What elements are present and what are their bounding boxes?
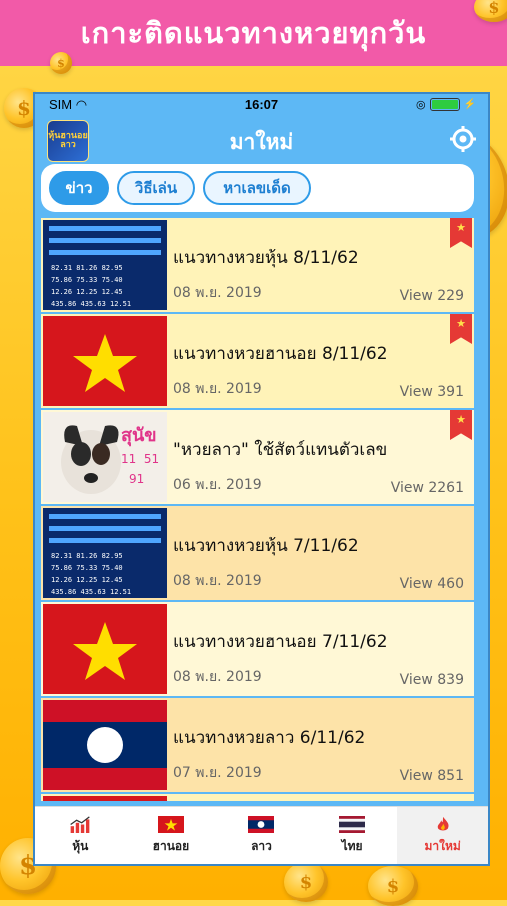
coin-decoration: $ (368, 866, 418, 906)
laos-flag-icon (248, 816, 275, 833)
list-item[interactable]: แนวทางหวยฮานอย 8/11/62 08 พ.ย. 2019 View… (41, 314, 474, 408)
list-item[interactable]: แนวทางหวยฮานอย 7/11/62 08 พ.ย. 2019 View… (41, 602, 474, 696)
tabbar-label: ไทย (341, 839, 363, 853)
bottom-tab-bar: หุ้น ฮานอย ลาว ไทย มาใหม่ (35, 806, 488, 864)
thumb-animal-label: สุนัข (121, 425, 157, 446)
chart-icon (70, 816, 91, 833)
item-title: "หวยลาว" ใช้สัตว์แทนตัวเลข (173, 440, 388, 460)
list-item[interactable]: แนวทางหวยลาว 6/11/62 07 พ.ย. 2019 View 8… (41, 698, 474, 792)
charging-icon: ⚡ (463, 99, 476, 110)
fire-icon (437, 816, 449, 831)
tabbar-new[interactable]: มาใหม่ (397, 807, 488, 864)
svg-text:12.26 12.25 12.45: 12.26 12.25 12.45 (51, 576, 123, 584)
svg-text:82.31 81.26 82.95: 82.31 81.26 82.95 (51, 552, 123, 560)
svg-text:75.86 75.33 75.40: 75.86 75.33 75.40 (51, 564, 123, 572)
tabbar-stock[interactable]: หุ้น (35, 807, 126, 864)
tabbar-label: หุ้น (72, 839, 89, 853)
list-item[interactable]: 82.31 81.26 82.95 75.86 75.33 75.40 12.2… (41, 218, 474, 312)
status-bar: SIM ◠ 16:07 ◎ ⚡ (35, 94, 488, 116)
tabbar-label: ลาว (251, 839, 272, 853)
tab-how-to-play[interactable]: วิธีเล่น (117, 171, 195, 205)
item-views: View 851 (399, 768, 464, 784)
svg-text:75.86 75.33 75.40: 75.86 75.33 75.40 (51, 276, 123, 284)
featured-ribbon-icon: ★ (450, 218, 472, 248)
item-date: 06 พ.ย. 2019 (173, 477, 262, 493)
item-date: 08 พ.ย. 2019 (173, 381, 262, 397)
item-views: View 839 (399, 672, 464, 688)
status-right: ◎ ⚡ (416, 98, 476, 111)
item-title: แนวทางหวยหุ้น 7/11/62 (173, 536, 359, 556)
dog-thumbnail: สุนัข 11 51 91 (43, 412, 167, 502)
list-item[interactable]: 82.31 81.26 82.95 75.86 75.33 75.40 12.2… (41, 506, 474, 600)
item-title: แนวทางหวยฮานอย 7/11/62 (173, 632, 388, 652)
list-item-partial[interactable] (41, 794, 474, 801)
partial-thumbnail (43, 796, 167, 801)
item-date: 08 พ.ย. 2019 (173, 285, 262, 301)
nav-bar: หุ้นฮานอยลาว มาใหม่ (35, 116, 488, 162)
battery-icon (429, 98, 460, 111)
vietnam-flag-icon (157, 816, 184, 833)
tab-lucky-numbers[interactable]: หาเลขเด็ด (203, 171, 311, 205)
tabbar-hanoi[interactable]: ฮานอย (126, 807, 217, 864)
thumb-numbers: 11 51 (121, 452, 160, 466)
item-views: View 460 (399, 576, 464, 592)
svg-text:435.86 435.63 12.51: 435.86 435.63 12.51 (51, 588, 131, 596)
item-title: แนวทางหวยลาว 6/11/62 (173, 728, 366, 748)
item-date: 08 พ.ย. 2019 (173, 669, 262, 685)
item-date: 08 พ.ย. 2019 (173, 573, 262, 589)
tabbar-thai[interactable]: ไทย (307, 807, 398, 864)
orientation-lock-icon: ◎ (415, 99, 426, 111)
featured-ribbon-icon: ★ (450, 314, 472, 344)
gear-icon[interactable] (448, 124, 478, 154)
item-title: แนวทางหวยหุ้น 8/11/62 (173, 248, 359, 268)
app-screen: SIM ◠ 16:07 ◎ ⚡ หุ้นฮานอยลาว มาใหม่ ข่าว… (33, 92, 490, 866)
item-title: แนวทางหวยฮานอย 8/11/62 (173, 344, 388, 364)
vietnam-flag-thumbnail (43, 316, 167, 406)
page-title: มาใหม่ (229, 130, 294, 154)
item-views: View 391 (399, 384, 464, 400)
coin-decoration: $ (50, 52, 72, 74)
laos-flag-thumbnail (43, 700, 167, 790)
tabbar-label: มาใหม่ (424, 839, 461, 853)
banner-text: เกาะติดแนวทางหวยทุกวัน (80, 16, 427, 50)
svg-text:82.31 81.26 82.95: 82.31 81.26 82.95 (51, 264, 123, 272)
promo-banner: เกาะติดแนวทางหวยทุกวัน (0, 0, 507, 66)
stock-board-thumbnail: 82.31 81.26 82.95 75.86 75.33 75.40 12.2… (43, 220, 167, 310)
tab-news[interactable]: ข่าว (49, 171, 109, 205)
stock-board-thumbnail: 82.31 81.26 82.95 75.86 75.33 75.40 12.2… (43, 508, 167, 598)
item-views: View 2261 (390, 480, 464, 496)
coin-decoration: $ (284, 862, 328, 902)
svg-text:435.86 435.63 12.51: 435.86 435.63 12.51 (51, 300, 131, 308)
thumb-number-2: 91 (129, 472, 145, 486)
tabbar-label: ฮานอย (152, 839, 190, 853)
item-views: View 229 (399, 288, 464, 304)
list-item[interactable]: สุนัข 11 51 91 "หวยลาว" ใช้สัตว์แทนตัวเล… (41, 410, 474, 504)
vietnam-flag-thumbnail (43, 604, 167, 694)
featured-ribbon-icon: ★ (450, 410, 472, 440)
item-date: 07 พ.ย. 2019 (173, 765, 262, 781)
article-list: 82.31 81.26 82.95 75.86 75.33 75.40 12.2… (41, 218, 474, 801)
svg-text:12.26 12.25 12.45: 12.26 12.25 12.45 (51, 288, 123, 296)
category-tabs: ข่าว วิธีเล่น หาเลขเด็ด (41, 164, 474, 212)
tabbar-laos[interactable]: ลาว (216, 807, 307, 864)
thailand-flag-icon (339, 816, 366, 833)
